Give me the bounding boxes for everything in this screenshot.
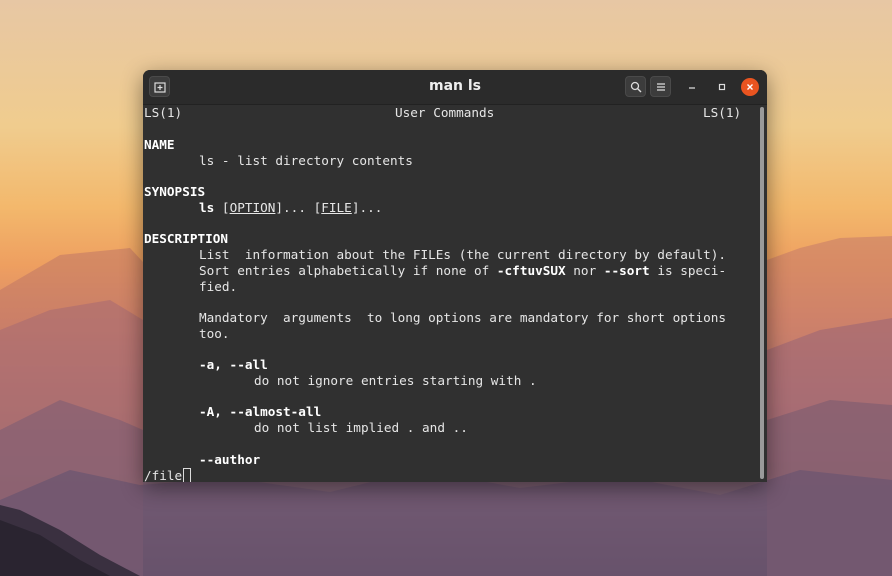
text-cursor: [183, 468, 192, 482]
header-left: LS(1): [144, 105, 183, 120]
description-line2-flags: -cftuvSUX: [496, 263, 566, 278]
name-text: ls - list directory contents: [199, 153, 413, 168]
synopsis-command: ls: [199, 200, 215, 215]
synopsis-option: OPTION: [229, 200, 276, 215]
option-description: do not list implied . and ..: [254, 420, 468, 435]
search-prompt-text: /file: [144, 468, 183, 482]
search-prompt[interactable]: /file: [144, 468, 192, 482]
option-flag: -A, --almost-all: [199, 404, 322, 419]
header-center: User Commands: [395, 105, 495, 120]
description-line2-sort: --sort: [603, 263, 650, 278]
minimize-icon[interactable]: [683, 78, 701, 96]
description-line1: List information about the FILEs (the cu…: [199, 247, 727, 262]
scrollbar[interactable]: [760, 107, 764, 479]
synopsis-middle: ]... [: [275, 200, 322, 215]
title-bar[interactable]: man ls: [143, 70, 767, 105]
synopsis-end: ]...: [351, 200, 383, 215]
description-line2-c: nor: [565, 263, 604, 278]
option-flag: --author: [199, 452, 261, 467]
description-line2: Sort entries alphabetically if none of -…: [199, 263, 726, 279]
close-icon[interactable]: [741, 78, 759, 96]
terminal-window: man ls LS(1) User Commands LS(1) NAME ls…: [143, 70, 767, 482]
terminal-content[interactable]: LS(1) User Commands LS(1) NAME ls - list…: [143, 105, 767, 482]
name-heading: NAME: [144, 137, 175, 152]
search-icon[interactable]: [625, 76, 646, 97]
window-title: man ls: [428, 78, 481, 94]
description-line3: fied.: [199, 279, 238, 294]
synopsis-heading: SYNOPSIS: [144, 184, 206, 199]
maximize-icon[interactable]: [713, 78, 731, 96]
description-line2-e: is speci-: [649, 263, 727, 278]
hamburger-menu-icon[interactable]: [650, 76, 671, 97]
description-heading: DESCRIPTION: [144, 231, 229, 246]
synopsis-bracket-open: [: [221, 200, 230, 215]
description-line5: too.: [199, 326, 230, 341]
synopsis-line: ls [OPTION]... [FILE]...: [199, 200, 382, 216]
header-right: LS(1): [703, 105, 742, 120]
description-line2-a: Sort entries alphabetically if none of: [199, 263, 497, 278]
description-line4: Mandatory arguments to long options are …: [199, 310, 727, 325]
option-flag: -a, --all: [199, 357, 268, 372]
option-description: do not ignore entries starting with .: [254, 373, 537, 388]
synopsis-file: FILE: [321, 200, 352, 215]
